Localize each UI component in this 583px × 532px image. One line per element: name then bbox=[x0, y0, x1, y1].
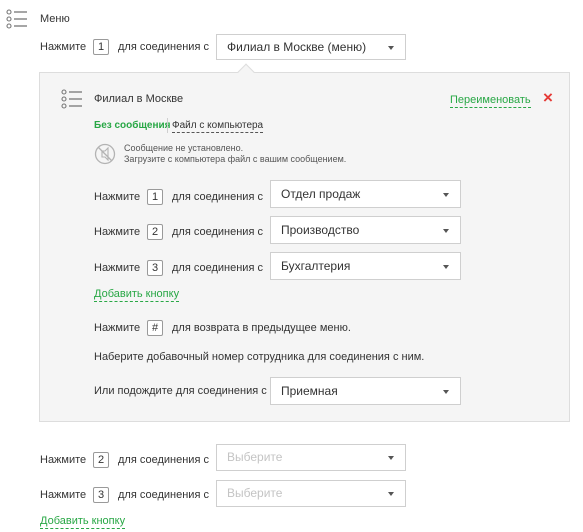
sub-connect-label: для соединения с bbox=[172, 226, 263, 238]
sub-add-button-link[interactable]: Добавить кнопку bbox=[94, 287, 180, 302]
menu-row3-select[interactable]: Выберите bbox=[216, 480, 406, 507]
chevron-down-icon bbox=[388, 46, 394, 50]
back-label: для возврата в предыдущее меню. bbox=[172, 322, 351, 334]
sub-press-label: Нажмите bbox=[94, 191, 141, 203]
sub-row3-select[interactable]: Бухгалтерия bbox=[270, 252, 461, 280]
menu-row1-select-value: Филиал в Москве (меню) bbox=[227, 40, 367, 54]
sub-row1-select-value: Отдел продаж bbox=[281, 187, 361, 201]
tab-from-computer[interactable]: Файл с компьютера bbox=[172, 119, 264, 133]
sub-row2-select-value: Производство bbox=[281, 223, 360, 237]
submenu-title: Филиал в Москве bbox=[94, 93, 184, 105]
key-1-box: 1 bbox=[93, 39, 109, 55]
extension-text: Наберите добавочный номер сотрудника для… bbox=[94, 351, 425, 363]
no-audio-icon bbox=[94, 143, 116, 165]
message-hint: Загрузите с компьютера файл с вашим сооб… bbox=[124, 154, 347, 164]
key-2-box: 2 bbox=[93, 452, 109, 468]
sub-connect-label: для соединения с bbox=[172, 191, 263, 203]
wait-label: Или подождите для соединения с bbox=[94, 385, 267, 397]
menu-list-icon bbox=[6, 9, 27, 29]
sub-key-1-box: 1 bbox=[147, 189, 163, 205]
chevron-down-icon bbox=[443, 265, 449, 269]
add-button-link[interactable]: Добавить кнопку bbox=[40, 514, 126, 529]
chevron-down-icon bbox=[388, 492, 394, 496]
sub-key-2-box: 2 bbox=[147, 224, 163, 240]
connect-label: для соединения с bbox=[118, 489, 209, 501]
hash-key-box: # bbox=[147, 320, 163, 336]
submenu-list-icon bbox=[61, 89, 82, 109]
sub-press-label: Нажмите bbox=[94, 262, 141, 274]
menu-row2-select[interactable]: Выберите bbox=[216, 444, 406, 471]
tab-no-message[interactable]: Без сообщения bbox=[94, 119, 170, 132]
sub-row3-select-value: Бухгалтерия bbox=[281, 259, 351, 273]
sub-connect-label: для соединения с bbox=[172, 262, 263, 274]
rename-link[interactable]: Переименовать bbox=[450, 93, 531, 108]
wait-select-value: Приемная bbox=[281, 384, 338, 398]
press-label: Нажмите bbox=[40, 454, 87, 466]
sub-key-3-box: 3 bbox=[147, 260, 163, 276]
press-label: Нажмите bbox=[40, 41, 87, 53]
sub-row2-select[interactable]: Производство bbox=[270, 216, 461, 244]
menu-row1-select[interactable]: Филиал в Москве (меню) bbox=[216, 34, 406, 60]
chevron-down-icon bbox=[443, 390, 449, 394]
message-status: Сообщение не установлено. bbox=[124, 143, 244, 153]
key-3-box: 3 bbox=[93, 487, 109, 503]
connect-label: для соединения с bbox=[118, 41, 209, 53]
chevron-down-icon bbox=[443, 229, 449, 233]
tab-divider bbox=[167, 118, 168, 133]
chevron-down-icon bbox=[443, 193, 449, 197]
wait-select[interactable]: Приемная bbox=[270, 377, 461, 405]
sub-row1-select[interactable]: Отдел продаж bbox=[270, 180, 461, 208]
close-icon[interactable]: × bbox=[543, 89, 553, 107]
sub-press-label: Нажмите bbox=[94, 226, 141, 238]
menu-row2-select-placeholder: Выберите bbox=[227, 450, 283, 464]
menu-title: Меню bbox=[40, 13, 70, 25]
hash-press-label: Нажмите bbox=[94, 322, 141, 334]
press-label: Нажмите bbox=[40, 489, 87, 501]
connect-label: для соединения с bbox=[118, 454, 209, 466]
chevron-down-icon bbox=[388, 456, 394, 460]
menu-row3-select-placeholder: Выберите bbox=[227, 486, 283, 500]
